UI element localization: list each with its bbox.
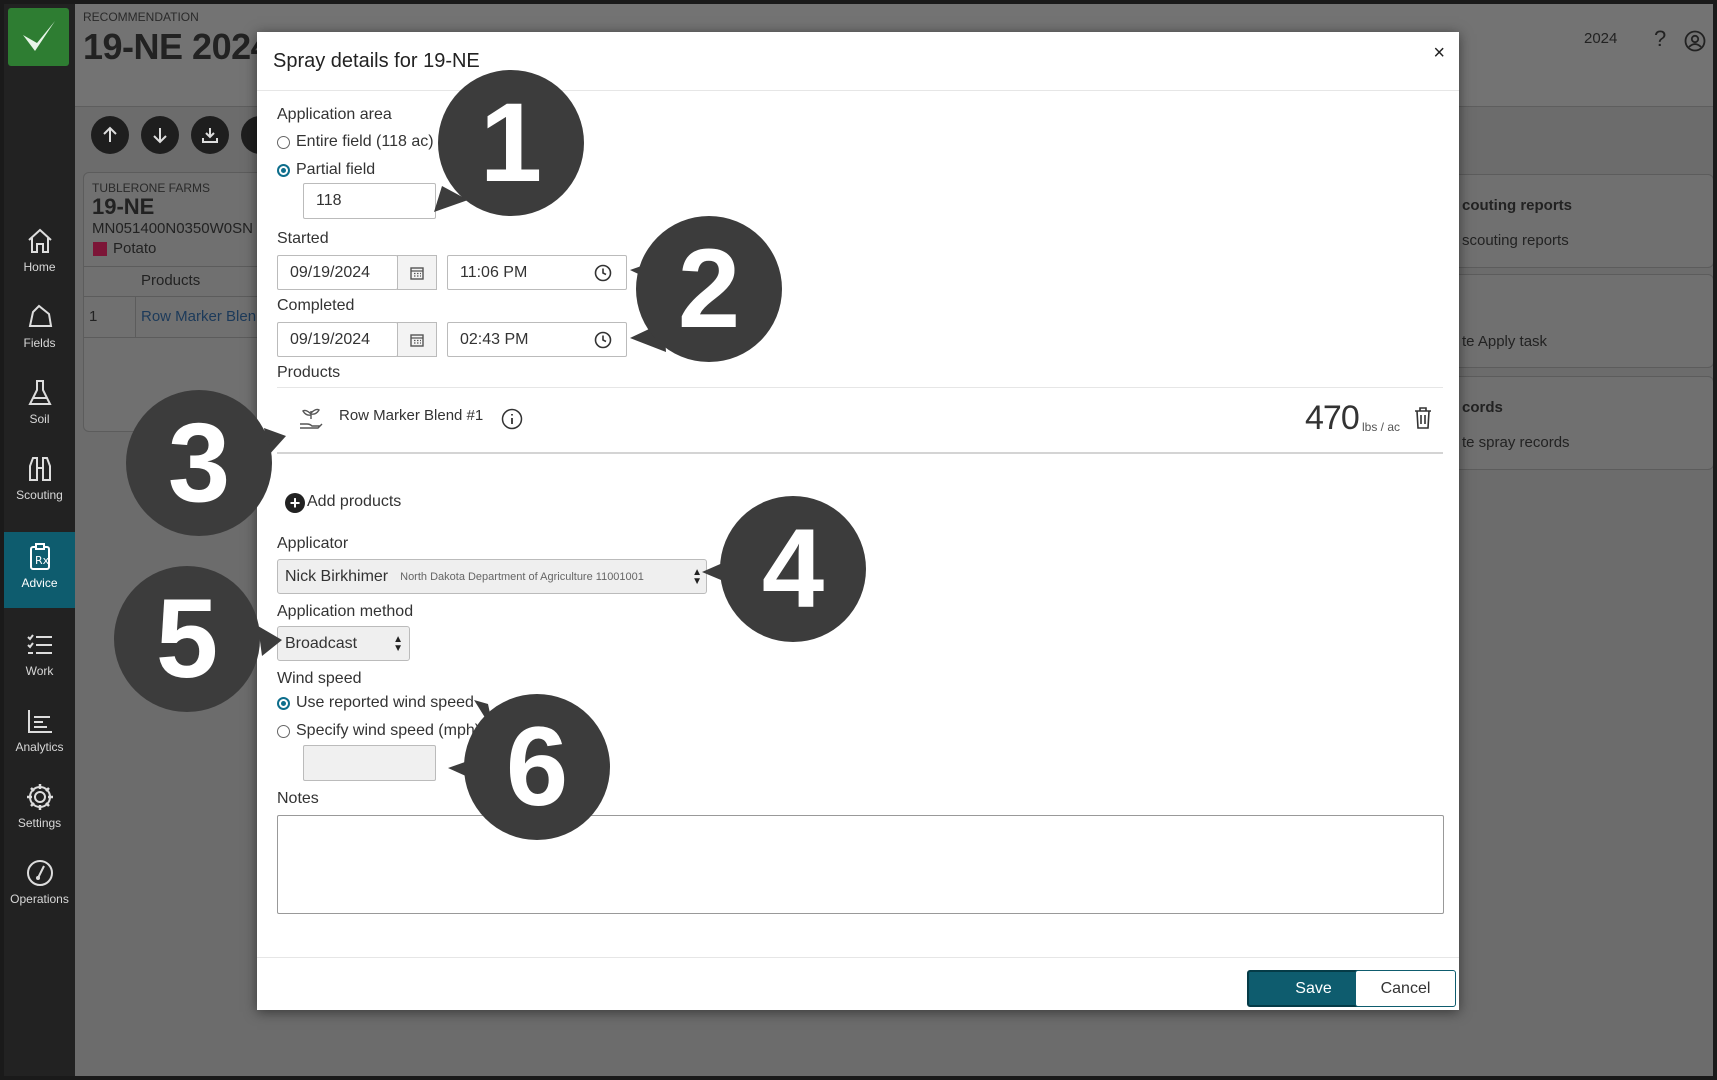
callout-5: 5 (114, 566, 260, 712)
callout-2: 2 (636, 216, 782, 362)
app-frame: Home Fields Soil Scouting Rx Advice Work… (4, 4, 1713, 1076)
callout-6: 6 (464, 694, 610, 840)
callout-4: 4 (720, 496, 866, 642)
callout-3: 3 (126, 390, 272, 536)
callout-1: 1 (438, 70, 584, 216)
